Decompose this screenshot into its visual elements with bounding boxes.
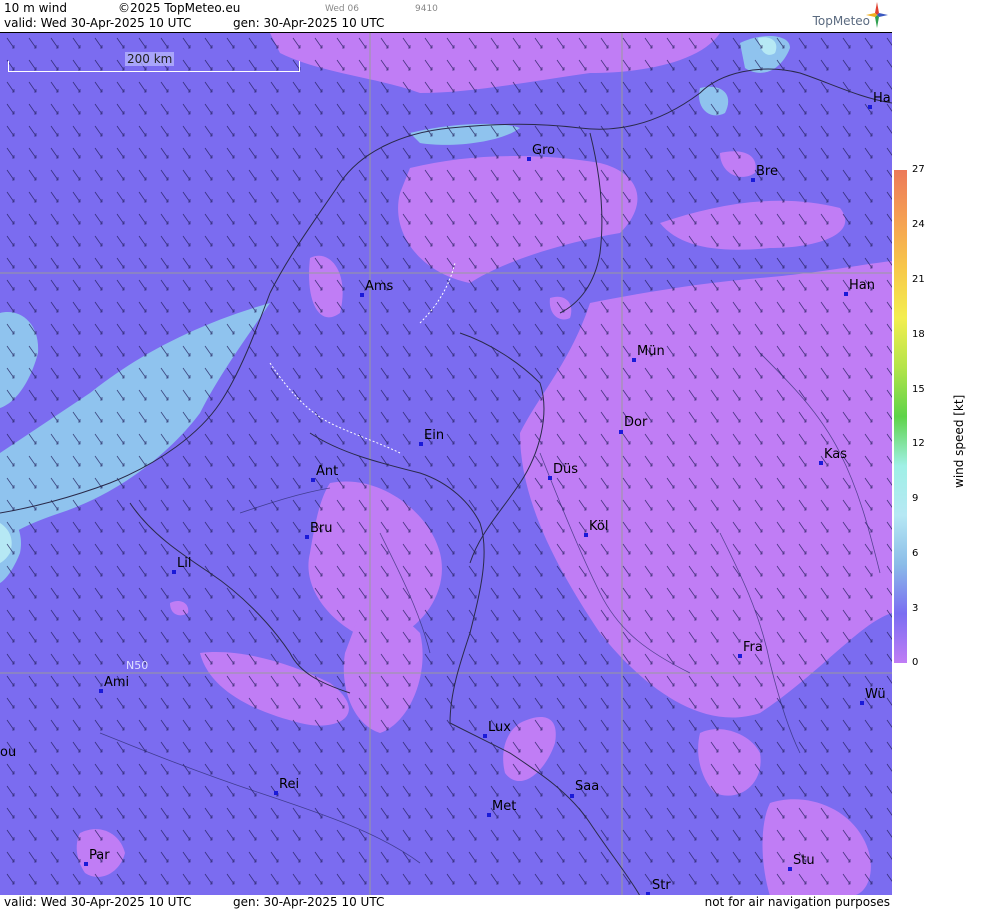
city-marker (619, 430, 623, 434)
city-label: Dor (624, 415, 648, 430)
city-marker (311, 478, 315, 482)
map-header: 10 m wind ©2025 TopMeteo.eu Wed 06 9410 … (0, 0, 892, 32)
city-label: Ein (424, 428, 445, 443)
compass-logo-icon (866, 2, 888, 28)
city-label: Bre (756, 164, 778, 179)
legend-title: wind speed [kt] (952, 394, 966, 488)
city-marker (84, 862, 88, 866)
city-marker (584, 533, 588, 537)
wind-speed-legend: 27 24 21 18 15 12 9 6 3 0 wind speed [kt… (892, 0, 983, 909)
wind-speed-field (0, 33, 892, 896)
legend-tick: 21 (912, 274, 925, 285)
footer-valid-time: valid: Wed 30-Apr-2025 10 UTC (4, 895, 192, 909)
legend-tick: 3 (912, 603, 919, 614)
product-title: 10 m wind (4, 1, 67, 15)
legend-tick: 12 (912, 438, 925, 449)
city-label: Ant (316, 464, 339, 479)
city-label: ou (0, 745, 17, 760)
city-marker (99, 689, 103, 693)
wind-map[interactable]: 200 km N50 Gro Bre Ha Ams Han Mün Dor Ei… (0, 32, 892, 897)
city-marker (868, 105, 872, 109)
legend-tick: 6 (912, 548, 919, 559)
city-marker (632, 358, 636, 362)
legend-tick: 24 (912, 219, 925, 230)
brand-logo-text: TopMeteo (812, 14, 870, 28)
city-label: Met (492, 799, 517, 814)
valid-time: valid: Wed 30-Apr-2025 10 UTC (4, 16, 192, 30)
city-marker (844, 292, 848, 296)
city-marker (788, 867, 792, 871)
city-marker (527, 157, 531, 161)
city-marker (738, 654, 742, 658)
city-marker (751, 178, 755, 182)
city-label: Köl (589, 519, 609, 534)
city-marker (483, 734, 487, 738)
legend-tick: 0 (912, 657, 919, 668)
city-label: Gro (532, 143, 556, 158)
city-marker (860, 701, 864, 705)
city-label: Ha (873, 91, 891, 106)
city-label: Saa (575, 779, 600, 794)
copyright-text: ©2025 TopMeteo.eu (118, 1, 241, 15)
legend-tick: 27 (912, 164, 925, 175)
city-label: Han (849, 278, 875, 293)
city-label: Str (652, 878, 671, 893)
city-label: Düs (553, 462, 579, 477)
city-marker (360, 293, 364, 297)
city-label: Stu (793, 853, 815, 868)
footer-disclaimer: not for air navigation purposes (704, 895, 890, 909)
footer-generated-time: gen: 30-Apr-2025 10 UTC (233, 895, 385, 909)
city-label: Mün (637, 344, 665, 359)
city-marker (419, 442, 423, 446)
city-marker (487, 813, 491, 817)
small-day-label: Wed 06 (325, 4, 359, 14)
city-label: Fra (743, 640, 763, 655)
city-label: Ams (365, 279, 394, 294)
city-marker (305, 535, 309, 539)
latitude-label: N50 (126, 659, 149, 672)
city-label: Ami (104, 675, 130, 690)
legend-tick: 15 (912, 384, 925, 395)
scale-label: 200 km (125, 52, 175, 66)
city-marker (274, 791, 278, 795)
legend-color-bar (894, 170, 907, 663)
city-label: Bru (310, 521, 333, 536)
legend-tick: 9 (912, 493, 919, 504)
city-marker (570, 794, 574, 798)
city-marker (548, 476, 552, 480)
city-marker (172, 570, 176, 574)
city-label: Lil (177, 556, 192, 571)
map-footer: valid: Wed 30-Apr-2025 10 UTC gen: 30-Ap… (0, 895, 892, 909)
small-code-label: 9410 (415, 4, 438, 14)
city-label: Par (89, 848, 110, 863)
city-label: Wü (865, 687, 886, 702)
city-label: Lux (488, 720, 511, 735)
city-label: Kas (824, 447, 848, 462)
city-marker (819, 461, 823, 465)
legend-tick: 18 (912, 329, 925, 340)
generated-time: gen: 30-Apr-2025 10 UTC (233, 16, 385, 30)
city-label: Rei (279, 777, 300, 792)
